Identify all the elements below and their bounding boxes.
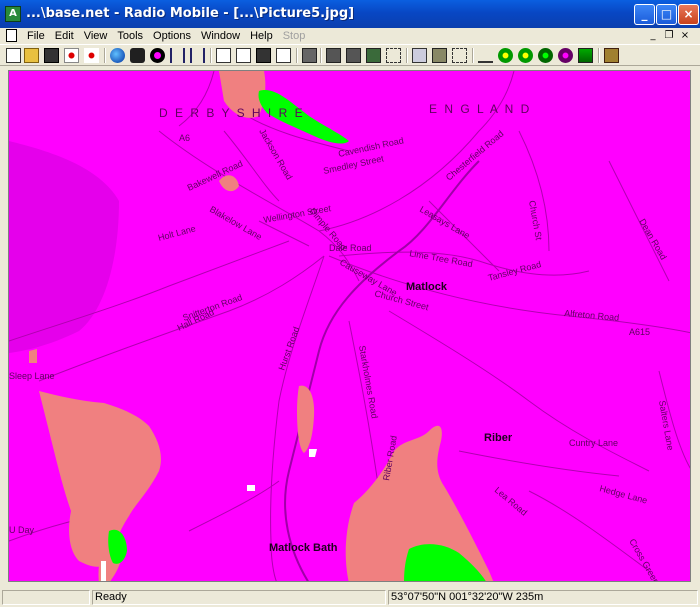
toolbar-separator	[210, 48, 212, 63]
status-bar: Ready 53°07'50"N 001°32'20"W 235m	[0, 588, 700, 607]
select-icon[interactable]	[386, 48, 401, 63]
new-icon[interactable]	[6, 48, 21, 63]
menu-file[interactable]: File	[22, 28, 50, 44]
menu-tools[interactable]: Tools	[112, 28, 148, 44]
status-message: Ready	[92, 590, 386, 605]
title-bar: A ...\base.net - Radio Mobile - [...\Pic…	[0, 0, 700, 28]
coverage-icon[interactable]	[452, 48, 467, 63]
print-icon[interactable]	[256, 48, 271, 63]
antenna-icon[interactable]	[558, 48, 573, 63]
road-label-cuntry: Cuntry Lane	[569, 438, 618, 448]
toolbar	[0, 44, 700, 66]
fresnel-icon[interactable]	[518, 48, 533, 63]
road-label-sleep: Sleep Lane	[9, 371, 55, 381]
polar-plot-icon[interactable]	[150, 48, 165, 63]
menu-help[interactable]: Help	[245, 28, 278, 44]
object-properties-icon[interactable]	[366, 48, 381, 63]
document-icon[interactable]	[6, 29, 17, 42]
world-icon[interactable]	[110, 48, 125, 63]
minimize-button[interactable]: _	[634, 4, 655, 25]
save-icon[interactable]	[44, 48, 59, 63]
town-label-matlock-bath: Matlock Bath	[269, 542, 338, 554]
status-coordinates: 53°07'50"N 001°32'20"W 235m	[388, 590, 698, 605]
mdi-minimize-icon[interactable]: _	[646, 29, 660, 42]
toolbar-separator	[406, 48, 408, 63]
country-label: E N G L A N D	[429, 102, 531, 116]
extract-icon[interactable]	[190, 48, 205, 63]
elevation-grid-icon[interactable]	[346, 48, 361, 63]
mdi-restore-icon[interactable]: ❐	[662, 29, 676, 42]
county-label: D E R B Y S H I R E	[159, 106, 305, 120]
combined-coverage-icon[interactable]	[478, 48, 493, 63]
rain-icon[interactable]	[498, 48, 513, 63]
unit-properties-icon[interactable]	[84, 48, 99, 63]
road-label-a615: A615	[629, 327, 650, 337]
radio-mobile-app-icon[interactable]: A	[5, 6, 21, 22]
copy-map-icon[interactable]	[276, 48, 291, 63]
toolbar-separator	[598, 48, 600, 63]
road-label-a6: A6	[179, 133, 190, 143]
open-icon[interactable]	[24, 48, 39, 63]
close-button[interactable]: ×	[678, 4, 699, 25]
town-label-matlock: Matlock	[406, 281, 448, 293]
toolbar-separator	[104, 48, 106, 63]
status-pane-left	[2, 590, 90, 605]
merge-icon[interactable]	[170, 48, 185, 63]
network-properties-icon[interactable]	[64, 48, 79, 63]
map-properties-icon[interactable]	[326, 48, 341, 63]
no-data-spot	[101, 561, 106, 581]
coverage-area	[29, 349, 37, 363]
menu-view[interactable]: View	[79, 28, 113, 44]
info-icon[interactable]	[538, 48, 553, 63]
map-icon[interactable]	[578, 48, 593, 63]
menu-options[interactable]: Options	[148, 28, 196, 44]
menu-list: File Edit View Tools Options Window Help…	[22, 28, 310, 44]
copy-icon[interactable]	[216, 48, 231, 63]
menu-bar: File Edit View Tools Options Window Help…	[0, 28, 700, 44]
menu-edit[interactable]: Edit	[50, 28, 79, 44]
mdi-close-icon[interactable]: ×	[678, 29, 692, 42]
zoom-icon[interactable]	[412, 48, 427, 63]
window-title: ...\base.net - Radio Mobile - [...\Pictu…	[26, 6, 355, 21]
signal-icon[interactable]	[432, 48, 447, 63]
town-label-riber: Riber	[484, 432, 513, 444]
exit-icon[interactable]	[604, 48, 619, 63]
paste-icon[interactable]	[236, 48, 251, 63]
picture-properties-icon[interactable]	[302, 48, 317, 63]
no-data-spot	[247, 485, 255, 491]
menu-stop: Stop	[282, 30, 306, 42]
toolbar-separator	[320, 48, 322, 63]
toolbar-separator	[472, 48, 474, 63]
toolbar-separator	[296, 48, 298, 63]
menu-window[interactable]: Window	[196, 28, 245, 44]
maximize-button[interactable]: □	[656, 4, 677, 25]
radio-link-icon[interactable]	[130, 48, 145, 63]
map-canvas[interactable]: D E R B Y S H I R E E N G L A N D Matloc…	[9, 71, 691, 582]
road-label-uday: U Day	[9, 525, 35, 535]
map-view[interactable]: D E R B Y S H I R E E N G L A N D Matloc…	[8, 70, 691, 582]
